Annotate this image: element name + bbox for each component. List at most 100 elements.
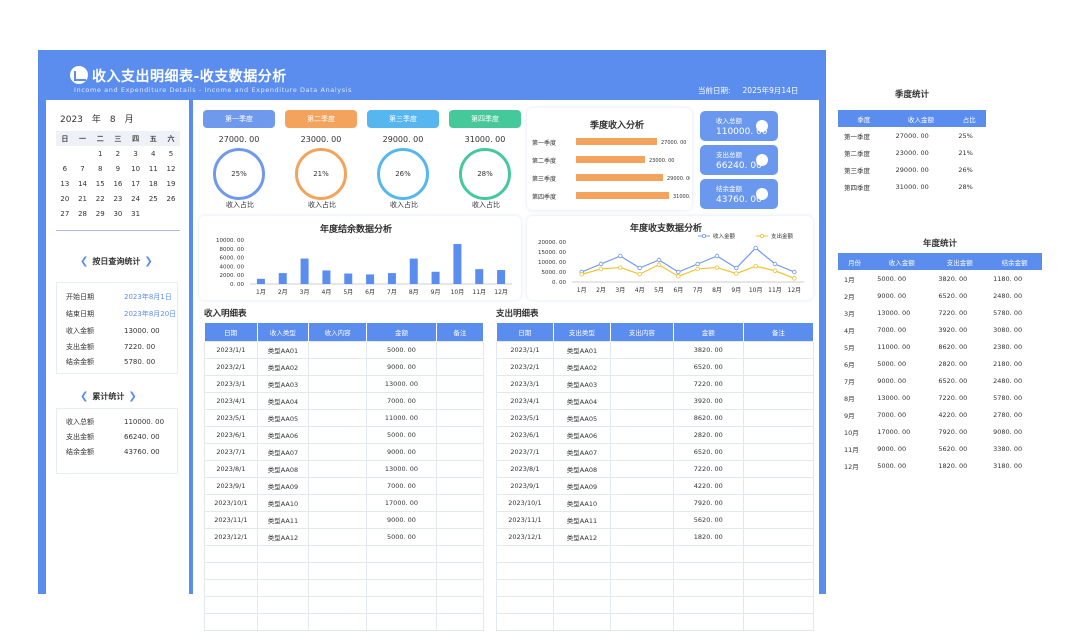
table-row[interactable]: 2023/4/1 类型AA04 7000. 00 xyxy=(204,392,485,410)
table-row[interactable]: 12月 5000. 00 1820. 00 3180. 00 xyxy=(838,457,1042,474)
table-row[interactable]: 第三季度 29000. 00 26% xyxy=(838,161,986,178)
chevron-right-icon[interactable]: ❯ xyxy=(144,256,152,267)
column-header[interactable]: 月份 xyxy=(838,253,872,270)
chevron-right-icon[interactable]: ❯ xyxy=(128,391,136,402)
calendar-day[interactable]: 15 xyxy=(91,180,109,188)
vbar-bar[interactable] xyxy=(475,269,484,284)
vbar-bar[interactable] xyxy=(497,270,506,284)
table-row[interactable]: 2023/12/1 类型AA12 5000. 00 xyxy=(204,528,485,546)
table-row[interactable] xyxy=(496,613,815,631)
line-point[interactable] xyxy=(772,268,778,273)
column-header[interactable]: 金额 xyxy=(673,323,744,342)
line-series-1[interactable] xyxy=(581,264,795,279)
column-header[interactable]: 占比 xyxy=(952,110,986,127)
table-row[interactable]: 第四季度 31000. 00 28% xyxy=(838,178,986,195)
table-row[interactable] xyxy=(204,596,485,614)
line-point[interactable] xyxy=(676,269,681,275)
table-row[interactable]: 2023/3/1 类型AA03 13000. 00 xyxy=(204,375,485,393)
column-header[interactable]: 收入类型 xyxy=(257,323,310,342)
calendar-day[interactable]: 30 xyxy=(109,210,127,218)
calendar-day[interactable]: 29 xyxy=(91,210,109,218)
table-row[interactable]: 2023/9/1 类型AA09 7000. 00 xyxy=(204,477,485,495)
calendar-day[interactable]: 9 xyxy=(109,165,127,173)
calendar-day[interactable]: 27 xyxy=(56,210,74,218)
table-row[interactable]: 2023/4/1 类型AA04 3920. 00 xyxy=(496,392,815,410)
calendar-day[interactable]: 13 xyxy=(56,180,74,188)
quarter-card[interactable]: 第四季度 31000. 00 28% 收入占比 xyxy=(447,110,525,210)
column-header[interactable]: 收入金额 xyxy=(889,110,953,127)
line-point[interactable] xyxy=(598,266,604,272)
line-point[interactable] xyxy=(579,272,584,277)
table-row[interactable] xyxy=(496,562,815,580)
line-point[interactable] xyxy=(714,253,720,259)
calendar-day[interactable]: 5 xyxy=(162,150,180,158)
line-point[interactable] xyxy=(753,245,758,251)
table-row[interactable]: 11月 9000. 00 5620. 00 3380. 00 xyxy=(838,440,1042,457)
end-date-value[interactable]: 2023年8月20日 xyxy=(124,310,176,318)
line-point[interactable] xyxy=(734,271,739,276)
calendar-day[interactable]: 8 xyxy=(91,165,109,173)
table-row[interactable]: 3月 13000. 00 7220. 00 5780. 00 xyxy=(838,304,1042,321)
table-row[interactable]: 2023/10/1 类型AA10 7920. 00 xyxy=(496,494,815,512)
table-row[interactable] xyxy=(204,562,485,580)
line-point[interactable] xyxy=(734,265,739,271)
calendar-day[interactable]: 31 xyxy=(127,210,145,218)
column-header[interactable]: 支出类型 xyxy=(553,323,611,342)
table-row[interactable]: 2023/7/1 类型AA07 6520. 00 xyxy=(496,443,815,461)
table-row[interactable] xyxy=(204,545,485,563)
calendar-day[interactable]: 10 xyxy=(127,165,145,173)
table-row[interactable] xyxy=(204,579,485,597)
quarter-card[interactable]: 第二季度 23000. 00 21% 收入占比 xyxy=(283,110,361,210)
calendar-day[interactable]: 23 xyxy=(109,195,127,203)
table-row[interactable] xyxy=(496,545,815,563)
hbar-bar[interactable] xyxy=(576,156,645,163)
line-point[interactable] xyxy=(656,262,662,267)
column-header[interactable]: 日期 xyxy=(496,323,554,342)
hbar-bar[interactable] xyxy=(576,174,663,181)
table-row[interactable]: 2023/5/1 类型AA05 8620. 00 xyxy=(496,409,815,427)
table-row[interactable]: 2023/10/1 类型AA10 17000. 00 xyxy=(204,494,485,512)
line-point[interactable] xyxy=(772,261,778,267)
line-point[interactable] xyxy=(695,266,700,272)
table-row[interactable]: 2023/9/1 类型AA09 4220. 00 xyxy=(496,477,815,495)
daily-query-title[interactable]: ❮ 按日查询统计 ❯ xyxy=(76,256,157,267)
column-header[interactable]: 备注 xyxy=(743,323,815,342)
table-row[interactable]: 第一季度 27000. 00 25% xyxy=(838,127,986,144)
column-header[interactable]: 支出内容 xyxy=(610,323,674,342)
calendar-day[interactable]: 12 xyxy=(162,165,180,173)
quarter-card[interactable]: 第一季度 27000. 00 25% 收入占比 xyxy=(201,110,279,210)
column-header[interactable]: 日期 xyxy=(204,323,258,342)
start-date-value[interactable]: 2023年8月1日 xyxy=(124,293,172,301)
column-header[interactable]: 备注 xyxy=(436,323,485,342)
calendar-day[interactable]: 24 xyxy=(127,195,145,203)
vbar-bar[interactable] xyxy=(344,273,353,284)
hbar-bar[interactable] xyxy=(576,192,669,199)
table-row[interactable]: 2023/3/1 类型AA03 7220. 00 xyxy=(496,375,815,393)
kpi-card[interactable]: 结余金额 43760. 00 xyxy=(700,179,778,209)
table-row[interactable]: 7月 9000. 00 6520. 00 2480. 00 xyxy=(838,372,1042,389)
calendar-day[interactable]: 1 xyxy=(91,150,109,158)
calendar-day[interactable]: 26 xyxy=(162,195,180,203)
table-row[interactable]: 2023/1/1 类型AA01 3820. 00 xyxy=(496,341,815,359)
table-row[interactable]: 2月 9000. 00 6520. 00 2480. 00 xyxy=(838,287,1042,304)
vbar-bar[interactable] xyxy=(256,278,265,284)
table-row[interactable]: 2023/8/1 类型AA08 7220. 00 xyxy=(496,460,815,478)
calendar-day[interactable]: 25 xyxy=(144,195,162,203)
calendar-day[interactable]: 4 xyxy=(144,150,162,158)
calendar-day[interactable]: 14 xyxy=(74,180,92,188)
calendar-day[interactable]: 28 xyxy=(74,210,92,218)
line-point[interactable] xyxy=(618,265,623,270)
hbar-bar[interactable] xyxy=(576,138,657,145)
vbar-bar[interactable] xyxy=(431,271,440,284)
calendar-day[interactable]: 17 xyxy=(127,180,145,188)
line-point[interactable] xyxy=(695,261,700,267)
calendar-day[interactable]: 3 xyxy=(127,150,145,158)
column-header[interactable]: 收入金额 xyxy=(871,253,933,270)
kpi-card[interactable]: 收入总额 110000. 00 xyxy=(700,111,778,141)
quarter-card[interactable]: 第三季度 29000. 00 26% 收入占比 xyxy=(365,110,443,210)
calendar-day[interactable]: 22 xyxy=(91,195,109,203)
table-row[interactable]: 2023/2/1 类型AA02 9000. 00 xyxy=(204,358,485,376)
chevron-left-icon[interactable]: ❮ xyxy=(80,391,88,402)
table-row[interactable]: 2023/1/1 类型AA01 5000. 00 xyxy=(204,341,485,359)
calendar-day[interactable]: 18 xyxy=(144,180,162,188)
